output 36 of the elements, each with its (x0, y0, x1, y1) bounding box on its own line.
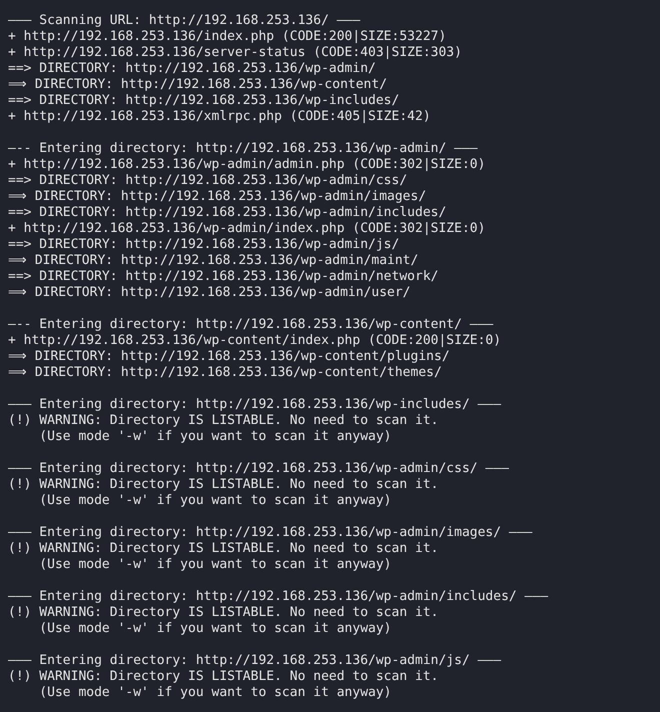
terminal-line: (Use mode '-w' if you want to scan it anyway) (38, 429, 392, 445)
terminal-line: ⟹ DIRECTORY: http://192.168.253.136/wp-admin/user/ (8, 285, 411, 301)
terminal-line: ⟹ DIRECTORY: http://192.168.253.136/wp-content/plugins/ (8, 349, 450, 365)
terminal-line: —-- Entering directory: http://192.168.253.136/wp-admin/ ——— (8, 141, 478, 157)
terminal-line: ==> DIRECTORY: http://192.168.253.136/wp-admin/ (8, 61, 376, 77)
terminal-line: ==> DIRECTORY: http://192.168.253.136/wp-admin/js/ (8, 237, 400, 253)
terminal-line: ⟹ DIRECTORY: http://192.168.253.136/wp-admin/images/ (8, 189, 426, 205)
terminal-line: ==> DIRECTORY: http://192.168.253.136/wp-admin/includes/ (8, 205, 446, 221)
terminal-line: —-- Entering directory: http://192.168.253.136/wp-content/ ——— (8, 317, 494, 333)
terminal-line: ——— Entering directory: http://192.168.253.136/wp-admin/css/ ——— (8, 461, 509, 477)
terminal-line: (!) WARNING: Directory IS LISTABLE. No need to scan it. (8, 413, 438, 429)
terminal-line: + http://192.168.253.136/index.php (CODE:200|SIZE:53227) (8, 29, 446, 45)
terminal-line: + http://192.168.253.136/wp-admin/index.php (CODE:302|SIZE:0) (8, 221, 486, 237)
terminal-line: ——— Entering directory: http://192.168.253.136/wp-admin/js/ ——— (8, 653, 502, 669)
terminal-line: ==> DIRECTORY: http://192.168.253.136/wp-admin/network/ (8, 269, 438, 285)
terminal-line: ==> DIRECTORY: http://192.168.253.136/wp-admin/css/ (8, 173, 408, 189)
terminal-line: + http://192.168.253.136/wp-admin/admin.php (CODE:302|SIZE:0) (8, 157, 486, 173)
terminal-line: (!) WARNING: Directory IS LISTABLE. No need to scan it. (8, 541, 438, 557)
terminal-line: ——— Entering directory: http://192.168.253.136/wp-includes/ ——— (8, 397, 502, 413)
terminal-line: ——— Entering directory: http://192.168.253.136/wp-admin/images/ ——— (8, 525, 532, 541)
terminal-line: ==> DIRECTORY: http://192.168.253.136/wp-includes/ (8, 93, 400, 109)
terminal-line: (Use mode '-w' if you want to scan it anyway) (38, 493, 392, 509)
terminal-line: (Use mode '-w' if you want to scan it anyway) (38, 685, 392, 701)
terminal-line: (Use mode '-w' if you want to scan it anyway) (38, 621, 392, 637)
terminal-line: ⟹ DIRECTORY: http://192.168.253.136/wp-admin/maint/ (8, 253, 418, 269)
terminal-line: ——— Entering directory: http://192.168.253.136/wp-admin/includes/ ——— (8, 589, 548, 605)
terminal-line: + http://192.168.253.136/xmlrpc.php (CODE:405|SIZE:42) (8, 109, 431, 125)
terminal-line: (!) WARNING: Directory IS LISTABLE. No need to scan it. (8, 605, 438, 621)
terminal-line: ⟹ DIRECTORY: http://192.168.253.136/wp-content/themes/ (8, 365, 442, 381)
terminal-line: (Use mode '-w' if you want to scan it anyway) (38, 557, 392, 573)
terminal-line: + http://192.168.253.136/wp-content/index.php (CODE:200|SIZE:0) (8, 333, 502, 349)
terminal-line: ——— Scanning URL: http://192.168.253.136/ ——— (8, 13, 360, 29)
terminal-line: + http://192.168.253.136/server-status (CODE:403|SIZE:303) (8, 45, 462, 61)
terminal-line: (!) WARNING: Directory IS LISTABLE. No need to scan it. (8, 669, 438, 685)
terminal-line: ⟹ DIRECTORY: http://192.168.253.136/wp-content/ (8, 77, 388, 93)
terminal-line: (!) WARNING: Directory IS LISTABLE. No need to scan it. (8, 477, 438, 493)
